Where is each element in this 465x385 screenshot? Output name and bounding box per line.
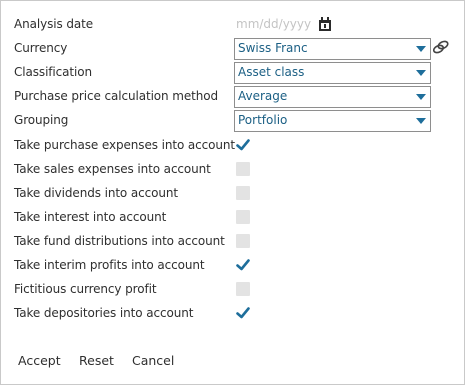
checkbox-row: Fictitious currency profit	[14, 279, 464, 301]
chevron-down-icon	[416, 70, 426, 76]
chevron-down-icon	[416, 94, 426, 100]
checkbox-row: Take depositories into account	[14, 303, 464, 325]
chevron-down-icon	[416, 46, 426, 52]
purchase-method-select[interactable]: Average	[234, 86, 431, 108]
fund-distributions-checkbox[interactable]	[236, 234, 250, 248]
checkbox-label: Take purchase expenses into account	[14, 138, 236, 152]
checkbox-label: Take sales expenses into account	[14, 162, 211, 176]
checkbox-label: Take interim profits into account	[14, 258, 205, 272]
purchase-method-label: Purchase price calculation method	[14, 89, 219, 103]
grouping-value: Portfolio	[238, 113, 288, 127]
currency-row: Currency Swiss Franc	[14, 38, 464, 60]
sales-expenses-checkbox[interactable]	[236, 162, 250, 176]
checkbox-row: Take fund distributions into account	[14, 231, 464, 253]
analysis-date-label: Analysis date	[14, 17, 94, 31]
purchase-expenses-checkbox[interactable]	[236, 138, 250, 152]
checkbox-row: Take interim profits into account	[14, 255, 464, 277]
calendar-icon[interactable]	[318, 17, 332, 32]
checkmark-icon	[236, 307, 250, 319]
checkbox-row: Take dividends into account	[14, 183, 464, 205]
checkbox-label: Fictitious currency profit	[14, 282, 157, 296]
accept-button[interactable]: Accept	[18, 353, 61, 368]
grouping-select[interactable]: Portfolio	[234, 110, 431, 132]
classification-label: Classification	[14, 65, 93, 79]
checkbox-row: Take interest into account	[14, 207, 464, 229]
checkbox-label: Take fund distributions into account	[14, 234, 225, 248]
analysis-date-input[interactable]	[234, 14, 316, 34]
purchase-method-row: Purchase price calculation method Averag…	[14, 86, 464, 108]
classification-row: Classification Asset class	[14, 62, 464, 84]
currency-value: Swiss Franc	[238, 41, 308, 55]
link-icon[interactable]	[432, 40, 449, 54]
checkmark-icon	[236, 139, 250, 151]
dividends-checkbox[interactable]	[236, 186, 250, 200]
checkbox-row: Take purchase expenses into account	[14, 135, 464, 157]
classification-select[interactable]: Asset class	[234, 62, 431, 84]
purchase-method-value: Average	[238, 89, 288, 103]
interim-profits-checkbox[interactable]	[236, 258, 250, 272]
dialog-footer: Accept Reset Cancel	[1, 353, 464, 373]
checkbox-label: Take interest into account	[14, 210, 167, 224]
classification-value: Asset class	[238, 65, 305, 79]
chevron-down-icon	[416, 118, 426, 124]
checkbox-row: Take sales expenses into account	[14, 159, 464, 181]
analysis-date-row: Analysis date	[14, 14, 464, 36]
currency-select[interactable]: Swiss Franc	[234, 38, 431, 60]
fictitious-currency-profit-checkbox[interactable]	[236, 282, 250, 296]
analysis-settings-dialog: Analysis date Currency Swiss Franc	[0, 0, 465, 385]
grouping-row: Grouping Portfolio	[14, 110, 464, 132]
grouping-label: Grouping	[14, 113, 69, 127]
depositories-checkbox[interactable]	[236, 306, 250, 320]
checkmark-icon	[236, 259, 250, 271]
currency-label: Currency	[14, 41, 68, 55]
reset-button[interactable]: Reset	[79, 353, 114, 368]
cancel-button[interactable]: Cancel	[132, 353, 174, 368]
checkbox-label: Take depositories into account	[14, 306, 194, 320]
checkbox-label: Take dividends into account	[14, 186, 178, 200]
interest-checkbox[interactable]	[236, 210, 250, 224]
